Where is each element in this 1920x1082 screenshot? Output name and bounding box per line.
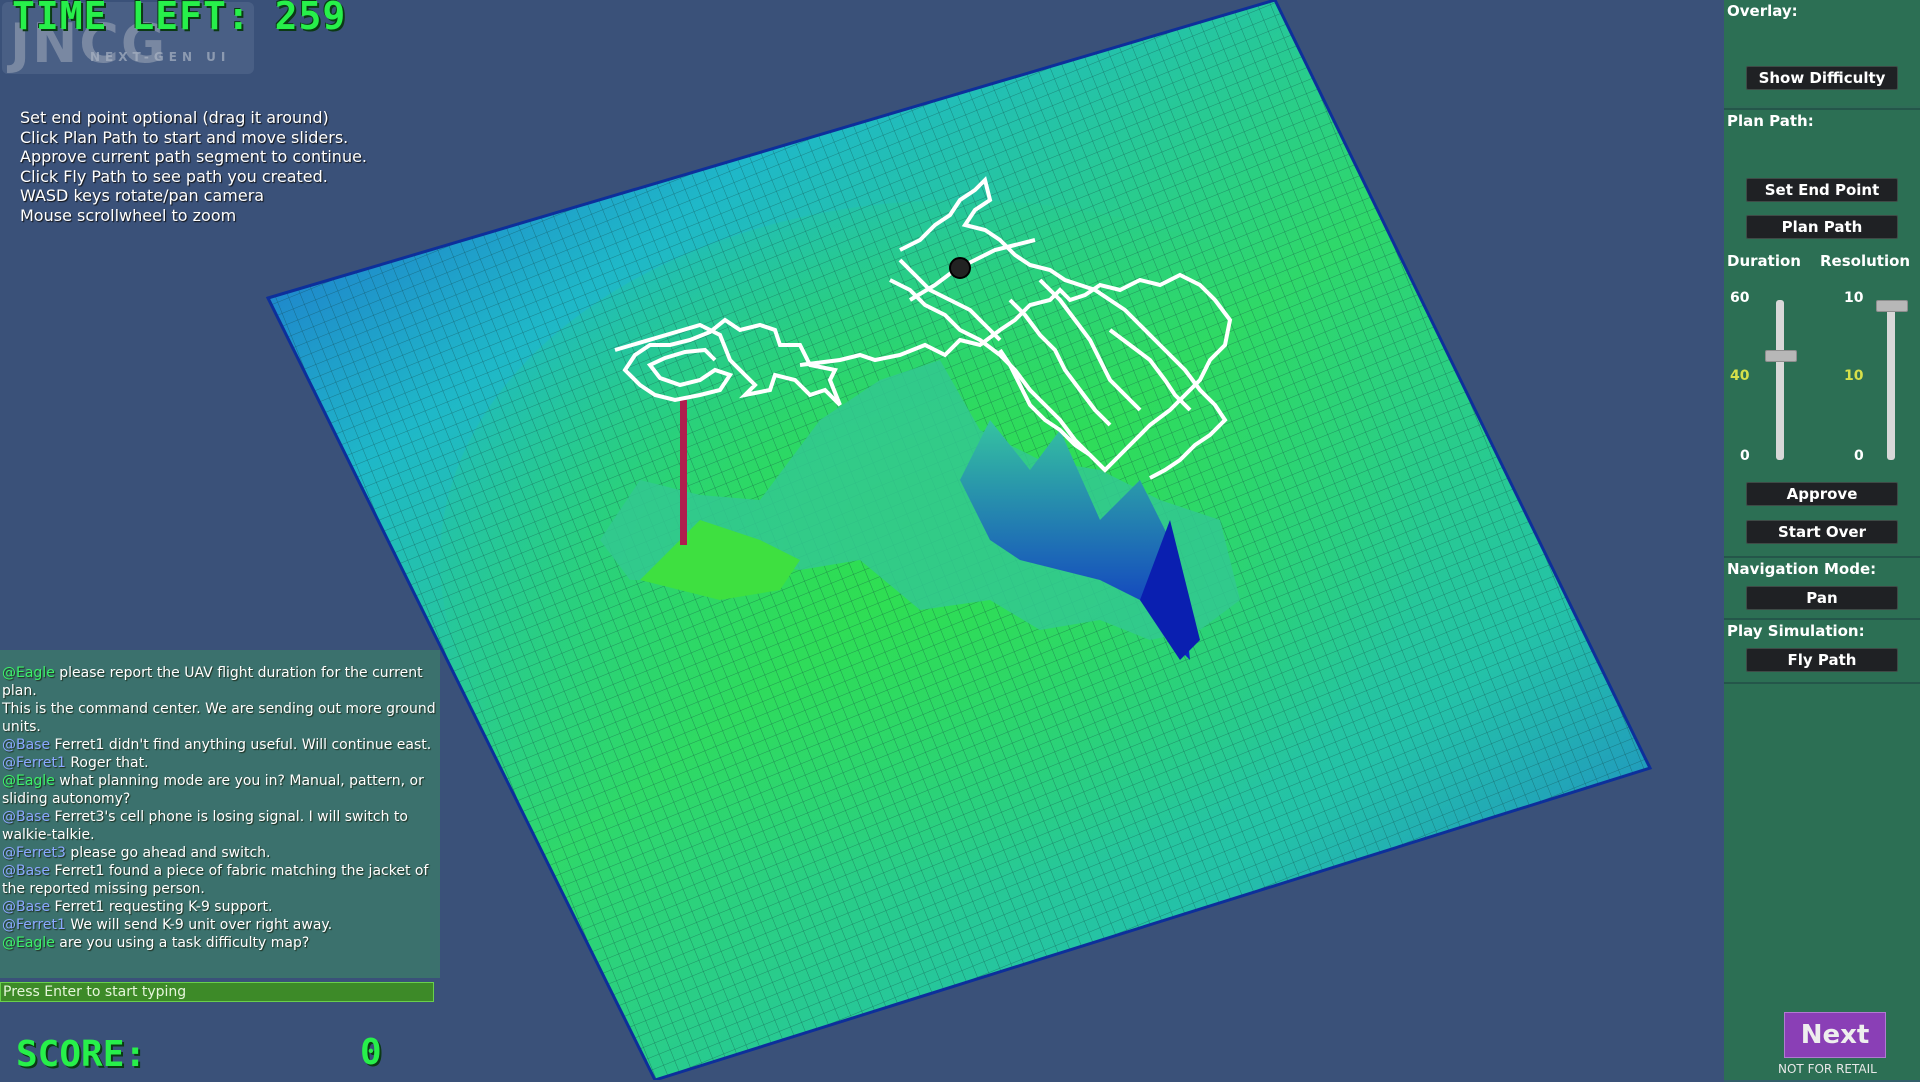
chat-handle: @Base	[2, 737, 51, 753]
chat-text: what planning mode are you in? Manual, p…	[2, 773, 424, 807]
instruction-line: WASD keys rotate/pan camera	[20, 186, 265, 206]
uav-marker-pole	[680, 400, 687, 545]
chat-handle: @Eagle	[2, 935, 55, 951]
resolution-slider[interactable]	[1887, 300, 1895, 460]
instructions: Set end point optional (drag it around) …	[20, 108, 367, 226]
duration-min: 0	[1740, 448, 1750, 464]
overlay-title: Overlay:	[1727, 2, 1798, 20]
chat-text: This is the command center. We are sendi…	[2, 701, 436, 735]
set-end-point-button[interactable]: Set End Point	[1746, 178, 1898, 202]
chat-text: Ferret1 requesting K-9 support.	[50, 899, 273, 915]
next-button[interactable]: Next	[1784, 1012, 1886, 1058]
chat-handle: @Ferret1	[2, 917, 66, 933]
chat-message: @Base Ferret1 requesting K-9 support.	[2, 898, 436, 916]
chat-message: @Ferret1 Roger that.	[2, 754, 436, 772]
show-difficulty-button[interactable]: Show Difficulty	[1746, 66, 1898, 90]
chat-log[interactable]: @Eagle please report the UAV flight dura…	[0, 650, 440, 978]
overlay-section: Overlay: Show Difficulty	[1724, 0, 1920, 106]
logo-subtext: NEXT-GEN UI	[90, 50, 231, 64]
navigation-section: Navigation Mode: Pan	[1724, 556, 1920, 618]
resolution-slider-thumb[interactable]	[1876, 300, 1908, 312]
resolution-label: Resolution	[1820, 252, 1911, 270]
chat-text: Ferret3's cell phone is losing signal. I…	[2, 809, 408, 843]
chat-message: @Base Ferret3's cell phone is losing sig…	[2, 808, 436, 844]
duration-label: Duration	[1727, 252, 1801, 270]
chat-message: @Base Ferret1 found a piece of fabric ma…	[2, 862, 436, 898]
plan-path-section: Plan Path: Set End Point Plan Path Durat…	[1724, 108, 1920, 556]
resolution-min: 0	[1854, 448, 1864, 464]
chat-input[interactable]: Press Enter to start typing	[0, 982, 434, 1002]
instruction-line: Click Plan Path to start and move slider…	[20, 127, 349, 147]
chat-text: Ferret1 didn't find anything useful. Wil…	[50, 737, 432, 753]
duration-max: 60	[1730, 290, 1750, 306]
instruction-line: Mouse scrollwheel to zoom	[20, 205, 237, 225]
chat-handle: @Base	[2, 863, 51, 879]
end-point-marker[interactable]	[949, 257, 971, 279]
start-over-button[interactable]: Start Over	[1746, 520, 1898, 544]
instruction-line: Approve current path segment to continue…	[20, 147, 368, 167]
approve-button[interactable]: Approve	[1746, 482, 1898, 506]
duration-slider-thumb[interactable]	[1765, 349, 1797, 362]
chat-message: @Eagle are you using a task difficulty m…	[2, 934, 436, 952]
plan-path-title: Plan Path:	[1727, 112, 1814, 130]
resolution-value: 10	[1844, 368, 1864, 384]
chat-message: @Ferret1 We will send K-9 unit over righ…	[2, 916, 436, 934]
duration-slider[interactable]	[1776, 300, 1784, 460]
chat-text: please go ahead and switch.	[65, 845, 271, 861]
resolution-max: 10	[1844, 290, 1864, 306]
chat-handle: @Base	[2, 899, 51, 915]
fly-path-button[interactable]: Fly Path	[1746, 648, 1898, 672]
control-panel: Overlay: Show Difficulty Plan Path: Set …	[1724, 0, 1920, 1082]
duration-value: 40	[1730, 368, 1750, 384]
chat-handle: @Ferret3	[2, 845, 66, 861]
chat-text: Roger that.	[65, 755, 149, 771]
chat-message: This is the command center. We are sendi…	[2, 700, 436, 736]
nav-mode-button[interactable]: Pan	[1746, 586, 1898, 610]
instruction-line: Click Fly Path to see path you created.	[20, 166, 328, 186]
chat-text: please report the UAV flight duration fo…	[2, 665, 423, 699]
score-value: 0	[360, 1032, 382, 1073]
simulation-section: Play Simulation: Fly Path	[1724, 618, 1920, 682]
chat-handle: @Eagle	[2, 773, 55, 789]
chat-handle: @Ferret1	[2, 755, 66, 771]
not-for-retail-label: NOT FOR RETAIL	[1778, 1062, 1877, 1076]
chat-message: @Base Ferret1 didn't find anything usefu…	[2, 736, 436, 754]
simulation-title: Play Simulation:	[1727, 622, 1865, 640]
chat-text: We will send K-9 unit over right away.	[65, 917, 333, 933]
chat-message: @Ferret3 please go ahead and switch.	[2, 844, 436, 862]
chat-message: @Eagle what planning mode are you in? Ma…	[2, 772, 436, 808]
chat-text: Ferret1 found a piece of fabric matching…	[2, 863, 429, 897]
chat-handle: @Eagle	[2, 665, 55, 681]
chat-message: @Eagle please report the UAV flight dura…	[2, 664, 436, 700]
instruction-line: Set end point optional (drag it around)	[20, 108, 329, 127]
score-label: SCORE:	[16, 1034, 147, 1075]
chat-handle: @Base	[2, 809, 51, 825]
plan-path-button[interactable]: Plan Path	[1746, 215, 1898, 239]
navigation-title: Navigation Mode:	[1727, 560, 1877, 578]
time-left: TIME LEFT: 259	[12, 0, 347, 38]
chat-text: are you using a task difficulty map?	[54, 935, 310, 951]
